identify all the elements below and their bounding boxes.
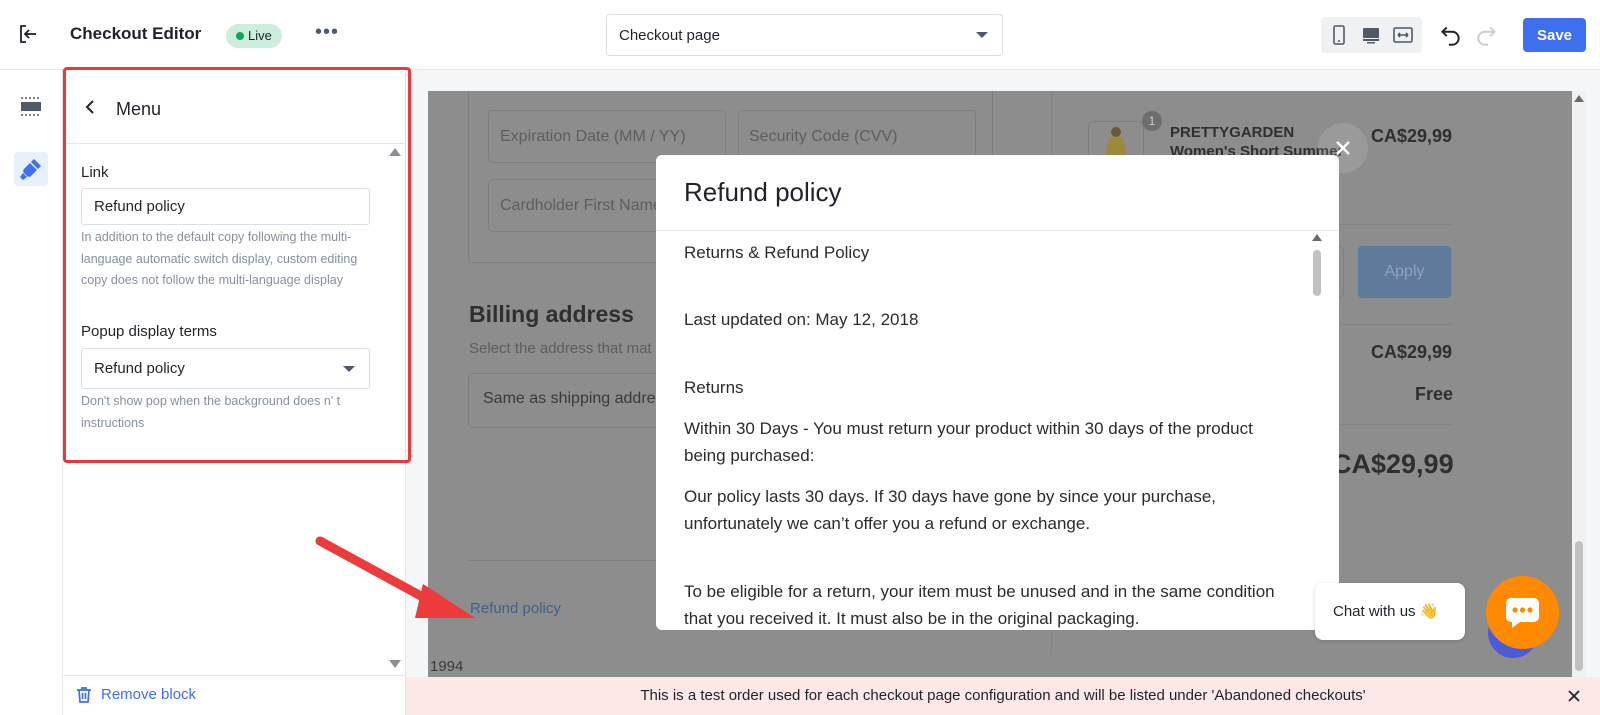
notice-text: This is a test order used for each check… xyxy=(640,687,1366,704)
status-badge: Live xyxy=(226,24,282,48)
scroll-up-icon[interactable] xyxy=(1574,95,1584,102)
link-input[interactable]: Refund policy xyxy=(81,188,370,225)
back-arrow-icon[interactable] xyxy=(81,97,101,117)
scroll-up-icon[interactable] xyxy=(1312,234,1322,241)
policy-heading: Returns & Refund Policy xyxy=(684,243,870,262)
billing-subtitle: Select the address that mat xyxy=(469,340,652,357)
device-toggle-group xyxy=(1321,17,1422,53)
first-name-placeholder: Cardholder First Name xyxy=(500,197,662,214)
policy-paragraph: Within 30 Days - You must return your pr… xyxy=(684,419,1253,465)
footer-text: 1994 xyxy=(430,658,464,675)
desktop-view-icon[interactable] xyxy=(1359,23,1383,47)
apply-button[interactable]: Apply xyxy=(1358,246,1451,298)
policy-paragraph: Our policy lasts 30 days. If 30 days hav… xyxy=(684,487,1217,533)
test-order-notice: This is a test order used for each check… xyxy=(406,677,1600,715)
undo-icon[interactable] xyxy=(1437,22,1463,48)
subtotal-value: CA$29,99 xyxy=(1371,342,1453,362)
cvv-placeholder: Security Code (CVV) xyxy=(749,128,898,145)
settings-panel: Menu Link Refund policy In addition to t… xyxy=(63,70,406,715)
popup-terms-label: Popup display terms xyxy=(81,323,217,340)
link-label: Link xyxy=(81,164,109,181)
refund-policy-link[interactable]: Refund policy xyxy=(470,600,561,617)
panel-footer: Remove block xyxy=(63,675,406,715)
scroll-down-icon[interactable] xyxy=(389,660,401,668)
billing-title: Billing address xyxy=(469,301,634,327)
scroll-up-icon[interactable] xyxy=(389,148,401,156)
chat-prompt[interactable]: Chat with us 👋 xyxy=(1315,583,1465,640)
popup-terms-select[interactable]: Refund policy xyxy=(81,348,370,389)
divider xyxy=(468,560,668,561)
app-title: Checkout Editor xyxy=(70,24,202,43)
total-value: CA$29,99 xyxy=(1332,449,1454,479)
close-icon[interactable] xyxy=(1318,123,1368,173)
popup-terms-value: Refund policy xyxy=(94,360,185,377)
refund-policy-modal: Refund policy Returns & Refund Policy La… xyxy=(656,155,1339,630)
panel-header: Menu xyxy=(63,70,406,144)
theme-brush-icon[interactable] xyxy=(14,152,48,186)
page-select-value: Checkout page xyxy=(619,27,720,44)
mobile-view-icon[interactable] xyxy=(1327,23,1351,47)
remove-block-button[interactable]: Remove block xyxy=(101,686,196,703)
panel-title: Menu xyxy=(116,99,162,119)
divider xyxy=(656,230,1339,231)
tool-rail xyxy=(0,70,63,715)
modal-scrollbar[interactable] xyxy=(1313,250,1321,296)
policy-section-title: Returns xyxy=(684,378,744,397)
quantity-badge: 1 xyxy=(1142,111,1162,131)
top-bar: Checkout Editor Live ••• Checkout page S… xyxy=(0,0,1600,70)
billing-option-label: Same as shipping address xyxy=(483,390,672,407)
close-icon[interactable] xyxy=(1567,689,1581,703)
shipping-value: Free xyxy=(1415,384,1454,404)
page-select[interactable]: Checkout page xyxy=(606,14,1003,56)
redo-icon[interactable] xyxy=(1474,22,1500,48)
scrollbar-thumb[interactable] xyxy=(1575,541,1583,671)
link-help-text: In addition to the default copy followin… xyxy=(81,230,358,287)
trash-icon[interactable] xyxy=(74,685,94,705)
chat-icon[interactable] xyxy=(1486,576,1559,649)
exit-icon[interactable] xyxy=(16,22,40,46)
modal-title: Refund policy xyxy=(684,177,842,207)
sections-icon[interactable] xyxy=(14,90,48,124)
more-options-icon[interactable]: ••• xyxy=(315,22,339,48)
preview-scrollbar[interactable] xyxy=(1572,91,1586,677)
expiration-placeholder: Expiration Date (MM / YY) xyxy=(500,128,686,145)
policy-date: Last updated on: May 12, 2018 xyxy=(684,310,919,329)
policy-paragraph: To be eligible for a return, your item m… xyxy=(684,582,1275,628)
fullscreen-view-icon[interactable] xyxy=(1391,23,1415,47)
product-price: CA$29,99 xyxy=(1371,126,1453,146)
popup-help-text: Don't show pop when the background does … xyxy=(81,394,341,430)
chevron-down-icon xyxy=(343,366,355,372)
chevron-down-icon xyxy=(976,32,988,38)
save-button[interactable]: Save xyxy=(1523,18,1586,52)
